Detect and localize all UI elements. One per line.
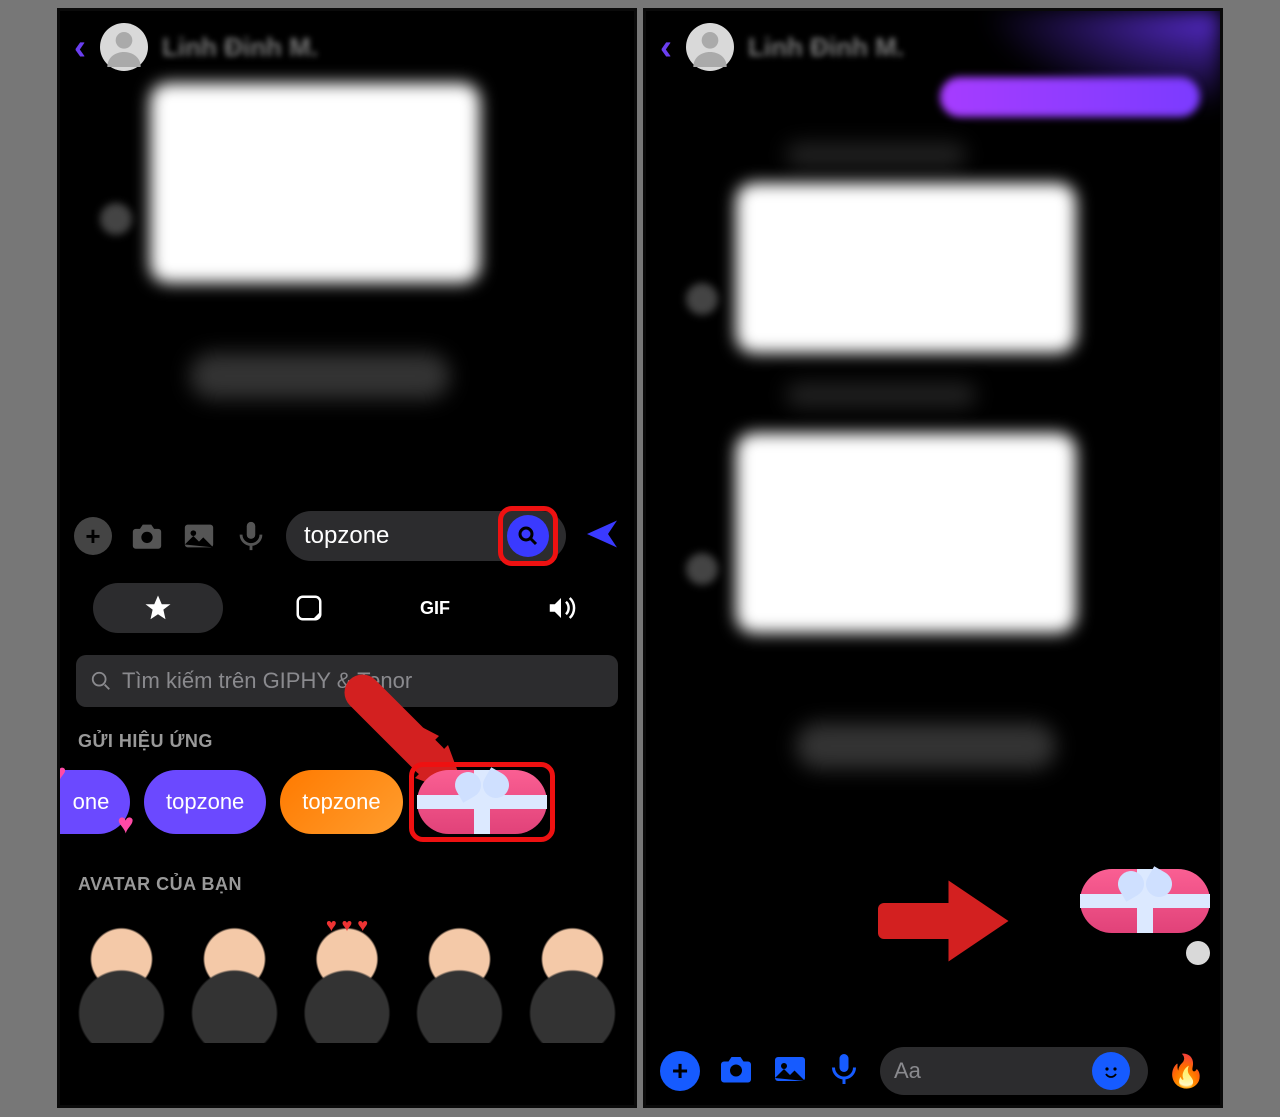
mic-icon[interactable]	[826, 1051, 862, 1092]
sender-avatar	[100, 203, 132, 235]
avatar-sticker[interactable]	[183, 923, 286, 1043]
conversation-area	[646, 83, 1220, 1037]
message-image	[150, 83, 480, 283]
timestamp	[786, 383, 976, 407]
magnifier-icon	[516, 524, 540, 548]
avatar-section-label: AVATAR CỦA BẠN	[60, 868, 634, 913]
gallery-icon[interactable]	[182, 519, 216, 553]
message-image	[736, 433, 1076, 633]
message-text	[796, 723, 1056, 769]
emoji-button[interactable]	[1092, 1052, 1130, 1090]
gallery-icon[interactable]	[772, 1051, 808, 1092]
tab-sound[interactable]	[521, 583, 601, 633]
avatar[interactable]	[686, 23, 734, 71]
effect-gift[interactable]	[417, 770, 547, 834]
gif-label: GIF	[420, 598, 450, 619]
left-screenshot: ‹ Linh Đinh M. + topzone	[57, 8, 637, 1108]
back-chevron-icon[interactable]: ‹	[74, 26, 86, 68]
conversation-area	[60, 83, 634, 503]
sent-message	[940, 77, 1200, 117]
avatar-sticker[interactable]	[521, 923, 624, 1043]
effect-label: topzone	[166, 789, 244, 815]
message-input-value[interactable]: topzone	[304, 522, 389, 550]
search-icon	[90, 670, 112, 692]
back-chevron-icon[interactable]: ‹	[660, 26, 672, 68]
send-button[interactable]	[584, 516, 620, 557]
seen-avatar	[1186, 941, 1210, 965]
effect-label: topzone	[302, 789, 380, 815]
effect-hearts[interactable]: one	[60, 770, 130, 834]
effect-fire[interactable]: topzone	[280, 770, 402, 834]
message-text	[190, 353, 450, 399]
sender-avatar	[686, 553, 718, 585]
message-input-pill: topzone	[286, 511, 566, 561]
composer-row: + topzone	[60, 503, 634, 569]
chat-name[interactable]: Linh Đinh M.	[748, 32, 904, 63]
mic-icon[interactable]	[234, 519, 268, 553]
avatar-sticker[interactable]	[296, 923, 399, 1043]
avatar[interactable]	[100, 23, 148, 71]
timestamp	[786, 143, 966, 167]
effect-purple[interactable]: topzone	[144, 770, 266, 834]
message-input[interactable]: Aa	[880, 1047, 1148, 1095]
sender-avatar	[686, 283, 718, 315]
camera-icon[interactable]	[130, 519, 164, 553]
add-button[interactable]: +	[660, 1051, 700, 1091]
effects-search-button[interactable]	[507, 515, 549, 557]
tab-favorites[interactable]	[93, 583, 223, 633]
effects-row: one topzone topzone	[60, 770, 634, 842]
chat-name[interactable]: Linh Đinh M.	[162, 32, 318, 63]
smile-icon	[1099, 1059, 1123, 1083]
avatar-sticker[interactable]	[408, 923, 511, 1043]
add-button[interactable]: +	[74, 517, 112, 555]
tab-gif[interactable]: GIF	[395, 583, 475, 633]
media-tabs: GIF	[60, 569, 634, 641]
quick-reaction-button[interactable]: 🔥	[1166, 1052, 1206, 1090]
avatar-stickers-row	[60, 923, 634, 1043]
message-card	[736, 183, 1076, 353]
tab-stickers[interactable]	[269, 583, 349, 633]
composer-row: + Aa 🔥	[646, 1037, 1220, 1105]
right-screenshot: ‹ Linh Đinh M.	[643, 8, 1223, 1108]
camera-icon[interactable]	[718, 1051, 754, 1092]
avatar-sticker[interactable]	[70, 923, 173, 1043]
annotation-arrow-icon	[866, 843, 1016, 998]
effect-label: one	[73, 789, 110, 815]
message-placeholder: Aa	[894, 1058, 921, 1084]
chat-header: ‹ Linh Đinh M.	[60, 11, 634, 83]
sent-gift-message[interactable]	[1080, 869, 1210, 933]
